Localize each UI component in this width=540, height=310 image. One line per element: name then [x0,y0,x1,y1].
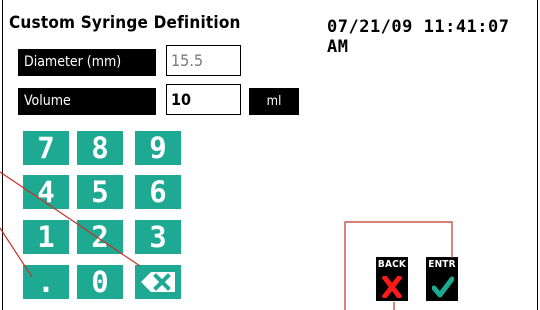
callout-line-enter [344,221,453,310]
callout-line-keypad [0,171,141,267]
callout-line-decimal [0,227,33,278]
annotation-callouts [0,171,453,310]
